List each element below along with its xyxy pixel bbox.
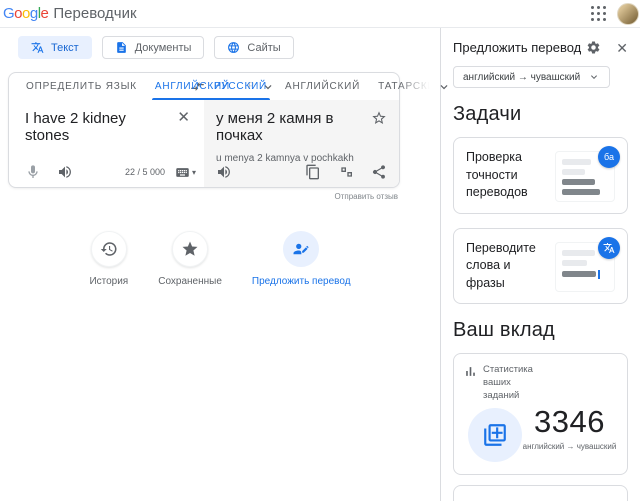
translate-card: ОПРЕДЕЛИТЬ ЯЗЫК АНГЛИЙСКИЙ РУССКИЙ РУССК…: [8, 72, 448, 188]
tab-text-label: Текст: [51, 41, 79, 54]
lang-tab-english-target[interactable]: АНГЛИЙСКИЙ: [276, 73, 369, 100]
speaker-icon: [59, 166, 71, 178]
lang-tab-detect[interactable]: ОПРЕДЕЛИТЬ ЯЗЫК: [17, 73, 146, 100]
language-pair-selector[interactable]: английский → чувашский: [453, 66, 611, 88]
chevron-down-icon: [591, 75, 598, 79]
copy-icon: [306, 164, 319, 180]
task-card-illustration: ба: [553, 146, 620, 202]
product-name: Переводчик: [53, 5, 137, 22]
target-language-tabs: РУССКИЙ АНГЛИЙСКИЙ ТАТАРСКИЙ: [205, 73, 461, 100]
bar-chart-icon: [466, 367, 475, 376]
send-feedback-link[interactable]: Отправить отзыв: [0, 192, 399, 201]
translate-icon: [31, 42, 44, 53]
quick-actions: История Сохраненные Предложить перевод: [0, 231, 440, 287]
star-icon: [182, 241, 198, 256]
saved-button[interactable]: Сохраненные: [158, 231, 222, 287]
contribute-label: Предложить перевод: [251, 276, 351, 287]
transliteration: u menya 2 kamnya v pochkakh: [216, 153, 354, 164]
share-icon: [372, 165, 385, 179]
google-apps-icon[interactable]: [591, 5, 607, 22]
tab-text[interactable]: Текст: [18, 36, 92, 59]
copy-translation-button[interactable]: [305, 164, 321, 180]
input-tools-button[interactable]: ▾: [175, 165, 196, 180]
rate-translation-icon: [341, 167, 352, 177]
contribute-icon: [293, 243, 309, 255]
google-logo: Google: [3, 5, 49, 22]
contribute-sidebar: Предложить перевод ✕ английский → чувашс…: [441, 28, 640, 501]
keyboard-icon: [176, 167, 189, 177]
speaker-icon: [218, 166, 230, 178]
tasks-count: 3346: [534, 403, 605, 439]
tab-documents-label: Документы: [134, 41, 192, 54]
listen-source-button[interactable]: [57, 164, 73, 180]
tab-websites-label: Сайты: [247, 41, 281, 54]
avatar[interactable]: [617, 2, 639, 25]
contribute-button[interactable]: Предложить перевод: [252, 231, 351, 287]
stats-illustration: [468, 408, 522, 463]
stats-language-pair: английский → чувашский: [522, 441, 617, 451]
lang-tab-tatar-target-truncated[interactable]: ТАТАРСКИЙ: [369, 73, 433, 100]
task-card-illustration: [553, 236, 620, 292]
source-text-input[interactable]: I have 2 kidney stones: [25, 110, 171, 144]
translation-panel: у меня 2 камня в почках u menya 2 kamnya…: [204, 100, 399, 187]
tasks-heading: Задачи: [453, 103, 522, 125]
sidebar-title: Предложить перевод: [453, 40, 582, 55]
globe-icon: [228, 42, 240, 53]
contribution-heading: Ваш вклад: [453, 319, 555, 341]
settings-button[interactable]: [586, 40, 601, 55]
listen-translation-button[interactable]: [216, 164, 232, 180]
task-card-label: Проверка точности переводов: [466, 150, 528, 199]
save-translation-button[interactable]: [365, 110, 387, 131]
saved-label: Сохраненные: [158, 276, 222, 287]
language-pair-label: английский → чувашский: [463, 71, 581, 83]
document-icon: [116, 42, 126, 53]
rate-translation-button[interactable]: [338, 164, 354, 180]
language-bar: ОПРЕДЕЛИТЬ ЯЗЫК АНГЛИЙСКИЙ РУССКИЙ РУССК…: [9, 73, 448, 100]
history-label: История: [89, 276, 129, 287]
task-card-translate[interactable]: Переводите слова и фразы: [453, 227, 628, 304]
community-card: чувашский 6 600 Количество заданий, выпо…: [453, 485, 628, 501]
clear-text-button[interactable]: ✕: [171, 110, 196, 125]
close-sidebar-button[interactable]: ✕: [616, 41, 628, 55]
char-counter: 22 / 5 000: [124, 167, 165, 177]
google-translate-logo[interactable]: Google Переводчик: [3, 5, 137, 22]
top-bar: Google Переводчик: [0, 0, 640, 28]
source-language-tabs: ОПРЕДЕЛИТЬ ЯЗЫК АНГЛИЙСКИЙ РУССКИЙ: [9, 73, 272, 100]
tab-websites[interactable]: Сайты: [214, 36, 294, 59]
library-add-icon: [484, 424, 506, 447]
translate-main-area: Текст Документы Сайты ОПРЕДЕЛИТЬ ЯЗЫК АН…: [0, 28, 448, 501]
source-panel: I have 2 kidney stones ✕ 22 / 5 000 ▾: [9, 100, 204, 187]
history-icon: [100, 242, 117, 256]
mode-tabs: Текст Документы Сайты: [18, 36, 440, 59]
history-button[interactable]: История: [89, 231, 128, 287]
translate-badge-icon: [598, 236, 620, 259]
star-outline-icon: [372, 111, 386, 124]
share-translation-button[interactable]: [371, 164, 387, 180]
task-card-label: Переводите слова и фразы: [466, 240, 536, 290]
microphone-icon: [28, 165, 38, 178]
tab-documents[interactable]: Документы: [101, 36, 205, 59]
stats-card[interactable]: Статистика ваших заданий 3346 английский…: [453, 353, 628, 476]
translation-text: у меня 2 камня в почках: [216, 110, 334, 144]
lang-tab-russian-target[interactable]: РУССКИЙ: [205, 73, 276, 100]
input-tools-caret: ▾: [191, 167, 196, 177]
stats-label: Статистика ваших заданий: [483, 364, 533, 401]
task-card-verify[interactable]: Проверка точности переводов ба: [453, 137, 628, 214]
microphone-button[interactable]: [25, 164, 41, 180]
rate-translations-badge-icon: ба: [598, 146, 620, 168]
gear-icon: [587, 41, 600, 54]
